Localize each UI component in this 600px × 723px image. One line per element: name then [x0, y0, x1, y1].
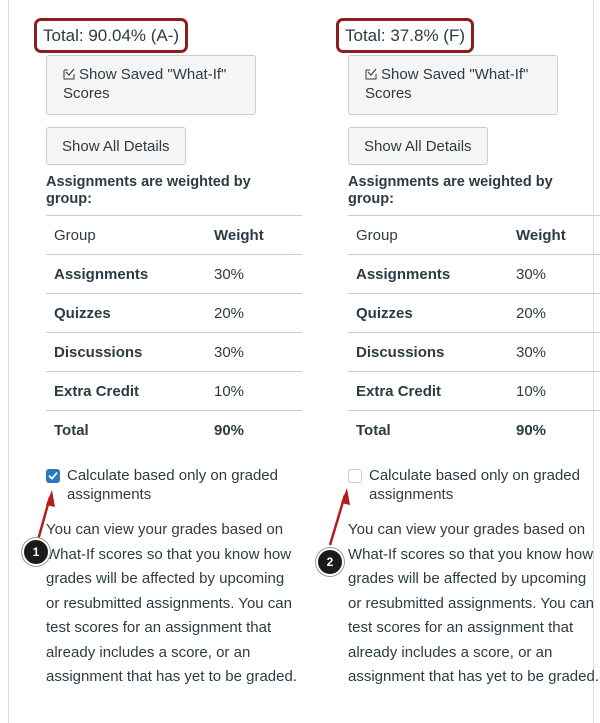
annotation-arrow-2	[328, 488, 350, 546]
callout-marker-2: 2	[316, 548, 344, 576]
callout-marker-1: 1	[22, 538, 50, 566]
